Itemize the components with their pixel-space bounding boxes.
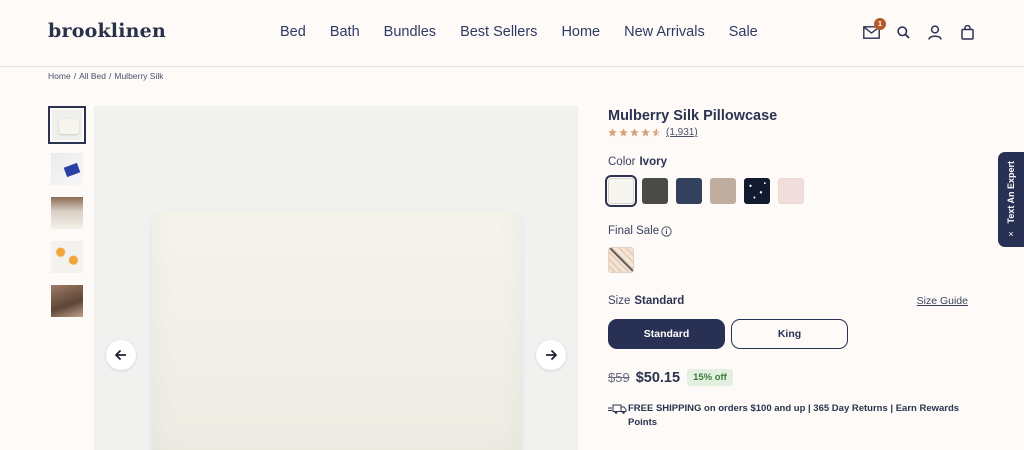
- breadcrumb-separator: /: [109, 71, 112, 81]
- star-icon: [641, 128, 650, 137]
- original-price: $59: [608, 370, 630, 385]
- text-an-expert-tab[interactable]: Text An Expert ×: [998, 152, 1024, 247]
- main-nav: Bed Bath Bundles Best Sellers Home New A…: [280, 24, 782, 40]
- nav-item-new-arrivals[interactable]: New Arrivals: [624, 24, 705, 40]
- price-row: $59 $50.15 15% off: [608, 369, 968, 386]
- bag-icon[interactable]: [958, 23, 976, 41]
- shipping-info: FREE SHIPPING on orders $100 and up | 36…: [608, 402, 968, 429]
- close-icon[interactable]: ×: [1008, 230, 1013, 239]
- arrow-left-icon: [115, 349, 126, 361]
- size-guide-link[interactable]: Size Guide: [917, 295, 968, 307]
- nav-item-bundles[interactable]: Bundles: [384, 24, 436, 40]
- thumbnail-bed-lifestyle[interactable]: [48, 194, 86, 232]
- star-icon: [630, 128, 639, 137]
- color-swatches: [605, 175, 968, 207]
- site-header: brooklinen Bed Bath Bundles Best Sellers…: [0, 0, 1024, 67]
- color-swatch-6[interactable]: [778, 178, 804, 204]
- size-standard-button[interactable]: Standard: [608, 319, 725, 349]
- discount-badge: 15% off: [687, 369, 733, 386]
- color-label-row: Color Ivory: [608, 156, 968, 168]
- search-icon[interactable]: [894, 23, 912, 41]
- thumbnail-pillowcase-packaging[interactable]: [48, 150, 86, 188]
- color-swatch-5[interactable]: [744, 178, 770, 204]
- color-swatch-3[interactable]: [676, 178, 702, 204]
- nav-item-home[interactable]: Home: [561, 24, 600, 40]
- breadcrumb: Home / All Bed / Mulberry Silk: [48, 71, 167, 81]
- header-icons: 1: [848, 18, 976, 41]
- thumbnail-pillowcase-front[interactable]: [48, 106, 86, 144]
- sale-price: $50.15: [635, 369, 681, 386]
- text-an-expert-label: Text An Expert: [1006, 161, 1016, 224]
- color-swatch-1[interactable]: [605, 175, 637, 207]
- truck-icon: [608, 404, 627, 414]
- product-info: Mulberry Silk Pillowcase (1,931) Color Iv…: [605, 108, 968, 429]
- star-icon: [608, 128, 617, 137]
- breadcrumb-all-bed[interactable]: All Bed: [79, 71, 106, 81]
- size-king-button[interactable]: King: [731, 319, 848, 349]
- product-rating: (1,931): [608, 127, 968, 138]
- final-sale-swatch[interactable]: [608, 247, 634, 273]
- mail-badge: 1: [874, 18, 886, 30]
- final-sale-label: Final Sale: [608, 225, 660, 237]
- size-label: Size: [608, 295, 631, 307]
- color-swatch-2[interactable]: [642, 178, 668, 204]
- nav-item-sale[interactable]: Sale: [729, 24, 758, 40]
- nav-item-bath[interactable]: Bath: [330, 24, 360, 40]
- arrow-right-icon: [546, 349, 557, 361]
- previous-image-button[interactable]: [106, 340, 136, 370]
- pillowcase-image: [152, 210, 522, 450]
- mail-icon[interactable]: 1: [862, 18, 886, 41]
- shipping-text: FREE SHIPPING on orders $100 and up | 36…: [628, 403, 960, 428]
- final-sale-row: Final Sale: [608, 225, 968, 237]
- brand-logo[interactable]: brooklinen: [48, 20, 166, 42]
- info-icon[interactable]: [661, 225, 672, 237]
- thumbnail-list: [48, 106, 88, 326]
- product-main-image: [94, 106, 578, 450]
- breadcrumb-separator: /: [73, 71, 77, 81]
- account-icon[interactable]: [926, 23, 944, 41]
- review-count-link[interactable]: (1,931): [666, 127, 698, 138]
- product-title: Mulberry Silk Pillowcase: [608, 108, 778, 124]
- thumbnail-bed-dark[interactable]: [48, 282, 86, 320]
- size-value: Standard: [634, 295, 685, 307]
- color-value: Ivory: [639, 156, 667, 168]
- star-half-icon: [652, 128, 661, 137]
- size-row: Size Standard Size Guide: [608, 295, 968, 307]
- thumbnail-flowers-lifestyle[interactable]: [48, 238, 86, 276]
- breadcrumb-home[interactable]: Home: [48, 71, 71, 81]
- nav-item-bed[interactable]: Bed: [280, 24, 306, 40]
- star-icon: [619, 128, 628, 137]
- color-swatch-4[interactable]: [710, 178, 736, 204]
- color-label: Color: [608, 156, 636, 168]
- next-image-button[interactable]: [536, 340, 566, 370]
- breadcrumb-current: Mulberry Silk: [114, 71, 164, 81]
- nav-item-best-sellers[interactable]: Best Sellers: [460, 24, 537, 40]
- size-options: Standard King: [608, 319, 968, 349]
